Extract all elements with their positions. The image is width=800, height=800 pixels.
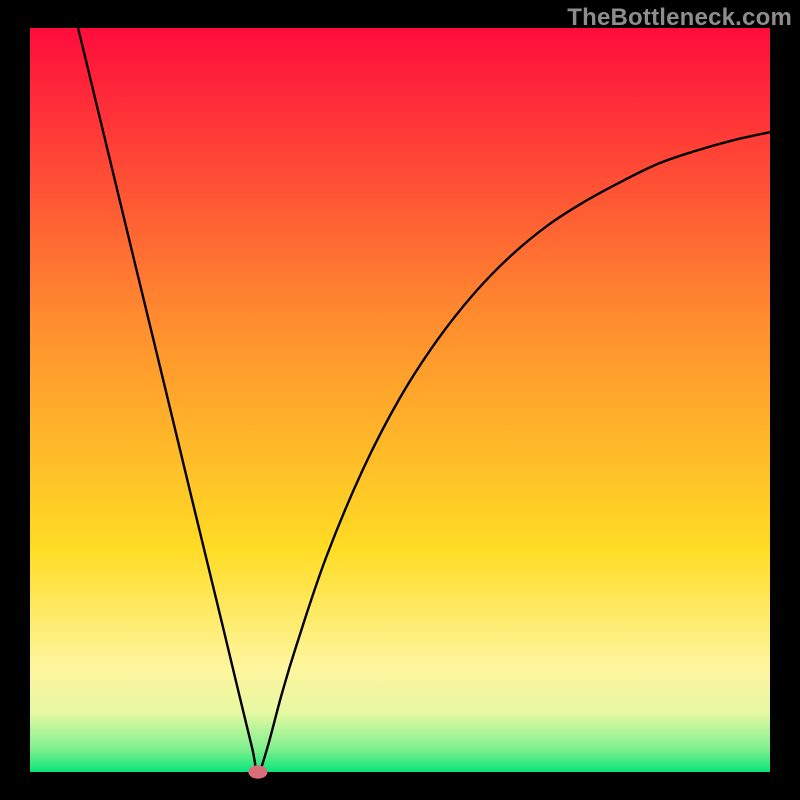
chart-container: TheBottleneck.com <box>0 0 800 800</box>
minimum-marker <box>248 765 267 778</box>
chart-svg <box>0 0 800 800</box>
watermark-text: TheBottleneck.com <box>567 4 792 32</box>
